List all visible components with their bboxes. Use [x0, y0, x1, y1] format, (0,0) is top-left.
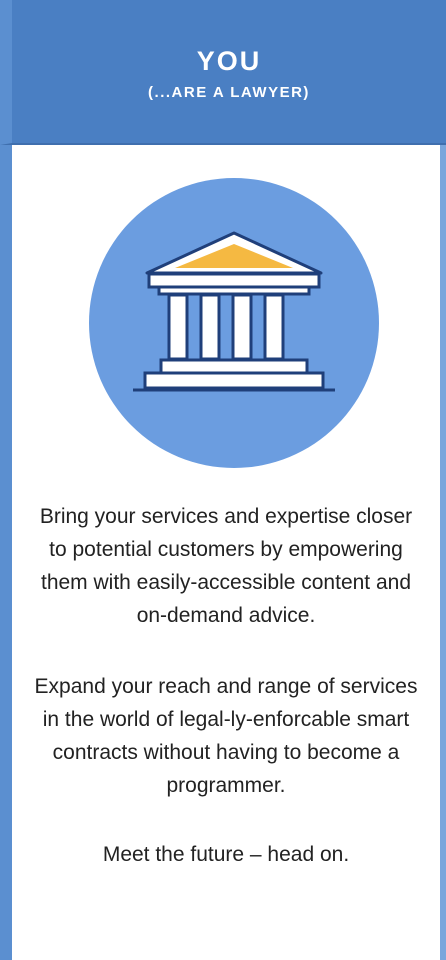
lawyer-card: YOU (...ARE A LAWYER) Bring your service… — [0, 0, 446, 960]
card-header: YOU (...ARE A LAWYER) — [0, 0, 446, 145]
courthouse-step — [159, 358, 309, 375]
header-subtitle: (...ARE A LAWYER) — [148, 84, 310, 101]
paragraph-reach: Expand your reach and range of services … — [34, 675, 418, 797]
paragraph-future: Meet the future – head on. — [102, 843, 350, 866]
left-border — [0, 145, 12, 960]
courthouse-column — [199, 293, 221, 361]
courthouse-icon — [89, 178, 379, 468]
courthouse-entablature — [147, 272, 321, 289]
courthouse-column — [263, 293, 285, 361]
courthouse-step — [143, 371, 325, 390]
paragraph-services: Bring your services and expertise closer… — [39, 505, 413, 627]
courthouse-column — [167, 293, 189, 361]
right-border — [440, 145, 446, 960]
courthouse-column — [231, 293, 253, 361]
header-title: YOU — [196, 46, 262, 76]
